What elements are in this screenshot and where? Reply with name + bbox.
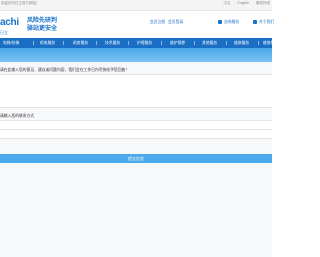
nav-divider — [128, 41, 129, 45]
site-logo[interactable]: achi — [0, 17, 19, 28]
nav-item-9[interactable]: 维修服务 — [263, 38, 278, 48]
nav-item-7[interactable]: 其他服务 — [202, 38, 217, 48]
nav-item-4[interactable]: 技术服务 — [105, 38, 120, 48]
feedback-form: 请在此输入您的意见、建议或问题内容，我们会在工作日内尽快给予您回复！ 请输入您的… — [0, 62, 272, 257]
language-link-chinese[interactable]: 中文 — [224, 1, 231, 5]
about-link[interactable]: 关于我们 — [253, 20, 274, 25]
feedback-textarea[interactable] — [0, 74, 272, 108]
nav-divider — [161, 41, 162, 45]
header-slogan: 风险先研判 驿站更安全 — [27, 17, 57, 33]
nav-item-3[interactable]: 机房服务 — [73, 38, 88, 48]
nav-divider — [33, 41, 34, 45]
language-link-english[interactable]: English — [238, 1, 249, 5]
document-icon — [218, 20, 222, 24]
top-bar: 欢迎访问日立官方网站！ 中文 English 服务热线 — [0, 0, 272, 11]
logo-subtitle: 日立 — [0, 30, 8, 35]
hotline-link[interactable]: 服务热线 — [256, 1, 270, 5]
register-link[interactable]: 会员注册 — [150, 20, 165, 25]
form-notice: 请在此输入您的意见、建议或问题内容，我们会在工作日内尽快给予您回复！ — [0, 68, 130, 72]
nav-divider — [194, 41, 195, 45]
slogan-line-2: 驿站更安全 — [27, 26, 58, 32]
site-header: achi 日立 风险先研判 驿站更安全 会员注册 会员登录 咨询服务 关于我们 — [0, 11, 274, 38]
main-nav: 电梯/扶梯 机电服务 机房服务 技术服务 护理服务 维护保养 其他服务 维修服务… — [0, 38, 278, 48]
service-link[interactable]: 咨询服务 — [218, 20, 239, 25]
nav-item-1[interactable]: 电梯/扶梯 — [3, 38, 19, 48]
hero-banner — [0, 48, 272, 62]
welcome-text: 欢迎访问日立官方网站！ — [1, 1, 40, 5]
contact-input-2[interactable] — [0, 129, 272, 139]
nav-divider — [226, 41, 227, 45]
nav-divider — [258, 41, 259, 45]
slogan-line-1: 风险先研判 — [27, 18, 58, 24]
submit-button[interactable]: 提交信息 — [0, 154, 272, 163]
nav-divider — [63, 41, 64, 45]
user-icon — [253, 20, 257, 24]
nav-item-2[interactable]: 机电服务 — [40, 38, 55, 48]
login-link[interactable]: 会员登录 — [168, 20, 183, 25]
nav-item-5[interactable]: 护理服务 — [137, 38, 152, 48]
contact-label: 请输入您的联系方式 — [0, 114, 35, 118]
nav-divider — [96, 41, 97, 45]
nav-item-6[interactable]: 维护保养 — [170, 38, 185, 48]
nav-item-8[interactable]: 维修服务 — [234, 38, 249, 48]
top-links: 中文 English 服务热线 — [218, 1, 270, 6]
